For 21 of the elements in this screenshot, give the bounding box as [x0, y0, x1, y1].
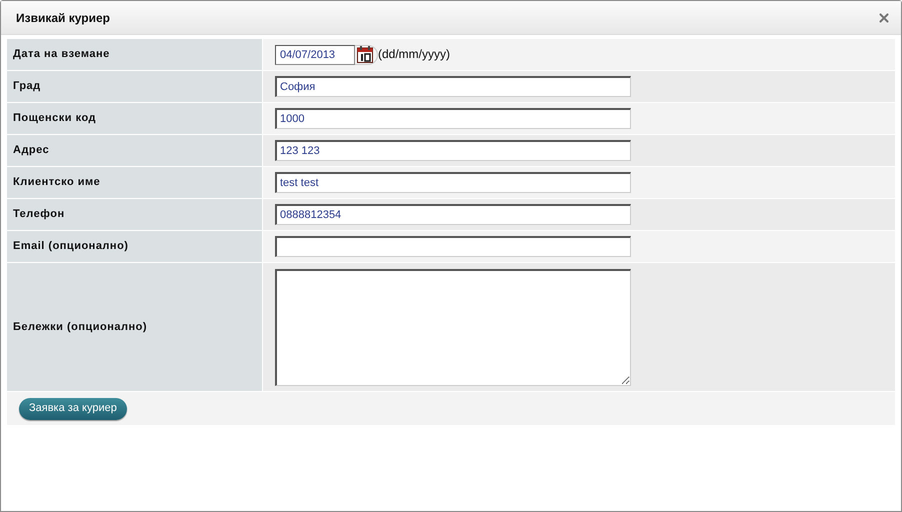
window-title: Извикай куриер — [16, 10, 110, 26]
text-field[interactable] — [275, 236, 631, 257]
date-field[interactable]: 04/07/2013 — [275, 44, 355, 64]
field-label: Дата на вземане — [7, 39, 262, 70]
field-label: Клиентско име — [7, 167, 262, 198]
text-field[interactable]: test test — [275, 172, 631, 193]
field-label: Бележки (опционално) — [7, 263, 262, 391]
calendar-icon[interactable] — [357, 46, 373, 63]
field-label: Адрес — [7, 135, 262, 166]
text-field[interactable]: 0888812354 — [275, 204, 631, 225]
text-field[interactable]: София — [275, 76, 631, 97]
submit-button[interactable]: Заявка за куриер — [19, 398, 127, 420]
text-field[interactable]: 123 123 — [275, 140, 631, 161]
field-label: Email (опционално) — [7, 231, 262, 262]
close-icon[interactable] — [877, 10, 891, 24]
field-label: Град — [7, 71, 262, 102]
date-format-hint: (dd/mm/yyyy) — [378, 46, 450, 62]
field-label: Телефон — [7, 199, 262, 230]
text-field[interactable]: 1000 — [275, 108, 631, 129]
notes-field[interactable] — [275, 268, 631, 386]
field-label: Пощенски код — [7, 103, 262, 134]
